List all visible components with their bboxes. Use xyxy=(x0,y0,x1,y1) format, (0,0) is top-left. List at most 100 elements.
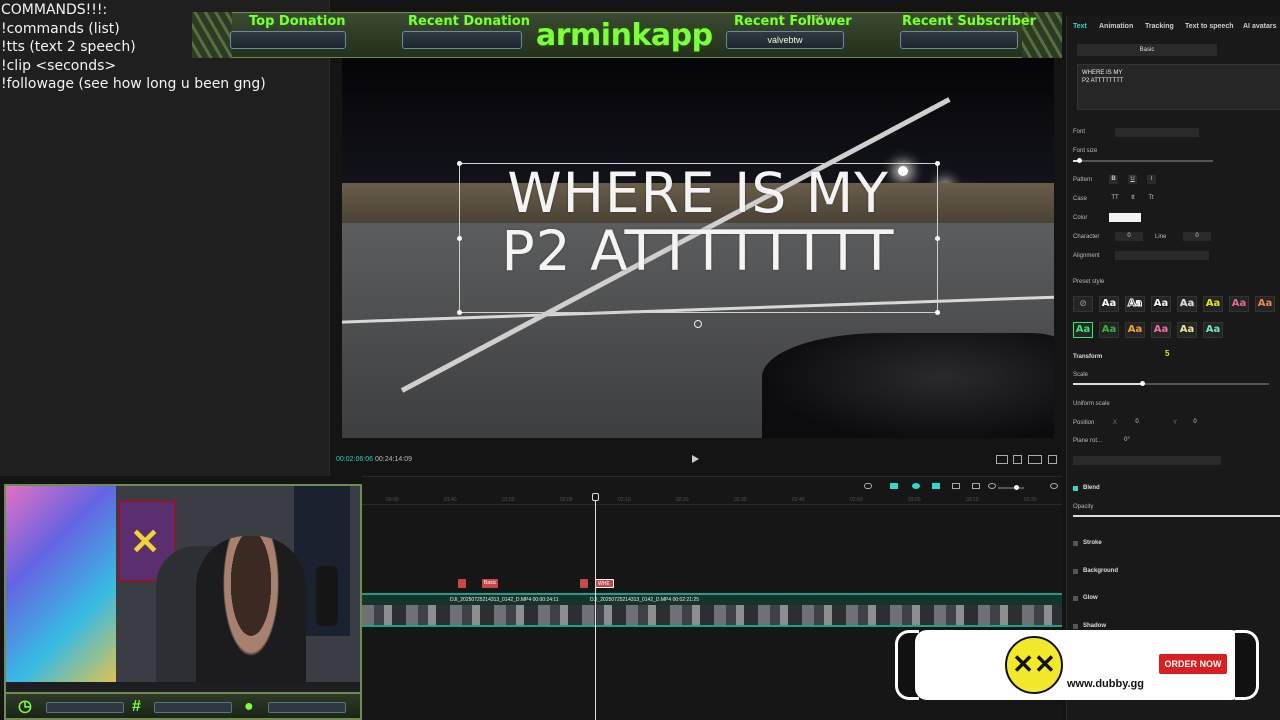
font-size-slider-knob[interactable] xyxy=(1076,158,1082,163)
tab-ai-avatars[interactable]: AI avatars xyxy=(1243,23,1276,30)
timeline-ruler[interactable]: 00:00 01:40 01:50 02:00 02:10 02:20 02:3… xyxy=(362,495,1062,505)
playhead-handle[interactable] xyxy=(592,493,599,501)
quality-icon[interactable] xyxy=(996,455,1008,464)
video-clip-label[interactable]: DJI_20250725214313_0142_D.MP4 00:00:24:1… xyxy=(450,597,559,603)
text-clip[interactable] xyxy=(580,579,588,588)
current-time: 00:02:06:06 xyxy=(336,456,373,463)
ruler-tick: 02:50 xyxy=(850,497,863,503)
font-select[interactable] xyxy=(1115,128,1199,137)
italic-button[interactable]: I xyxy=(1147,175,1156,184)
underline-button[interactable]: U xyxy=(1128,175,1137,184)
preset-style[interactable]: Aa xyxy=(1203,322,1223,338)
scale-slider-knob[interactable] xyxy=(1139,381,1145,386)
position-x-input[interactable]: 0 xyxy=(1123,418,1151,427)
blend-checkbox[interactable] xyxy=(1073,486,1078,491)
fullscreen-icon[interactable] xyxy=(1048,455,1057,464)
split-icon[interactable] xyxy=(952,483,960,489)
zoom-in-icon[interactable] xyxy=(1050,483,1058,489)
preset-style[interactable]: Aa xyxy=(1125,296,1145,312)
crop-icon[interactable] xyxy=(1013,455,1022,464)
align-buttons[interactable] xyxy=(1073,456,1221,465)
playhead[interactable] xyxy=(595,493,596,720)
lowercase-button[interactable]: tt xyxy=(1127,194,1139,203)
ruler-tick: 02:30 xyxy=(734,497,747,503)
glow-label: Glow xyxy=(1083,595,1098,601)
stream-banner: 0726 Top Donation Recent Donation armink… xyxy=(192,12,1062,58)
line-spacing-input[interactable]: 0 xyxy=(1183,232,1211,241)
rotate-handle[interactable] xyxy=(694,320,702,328)
preset-style[interactable]: Aa xyxy=(1099,322,1119,338)
tab-tracking[interactable]: Tracking xyxy=(1145,23,1174,30)
video-preview[interactable]: WHERE IS MY P2 ATTTTTTTT xyxy=(342,58,1054,438)
text-clip[interactable]: Basic xyxy=(482,579,498,588)
resize-handle[interactable] xyxy=(935,161,940,166)
titlecase-button[interactable]: Tt xyxy=(1145,194,1157,203)
text-clip-selected[interactable]: WHE xyxy=(595,579,614,588)
preset-none[interactable]: ⊘ xyxy=(1073,296,1093,312)
preset-style[interactable]: Aa xyxy=(1073,322,1093,338)
preset-style[interactable]: Aa xyxy=(1255,296,1275,312)
text-clip[interactable] xyxy=(458,579,466,588)
opacity-slider[interactable] xyxy=(1073,515,1280,517)
preset-style[interactable]: Aa xyxy=(1125,322,1145,338)
video-thumbnails xyxy=(362,605,1062,625)
preset-style[interactable]: Aa xyxy=(1177,296,1197,312)
preview-axis-icon[interactable] xyxy=(932,483,940,489)
tab-text[interactable]: Text xyxy=(1073,23,1087,30)
text-content-input[interactable]: WHERE IS MY P2 ATTTTTTTT xyxy=(1077,64,1280,110)
ruler-tick: 00:00 xyxy=(386,497,399,503)
recent-subscriber-label: Recent Subscriber xyxy=(902,14,1037,29)
uppercase-button[interactable]: TT xyxy=(1109,194,1121,203)
zoom-slider-knob[interactable] xyxy=(1014,485,1019,490)
position-y-input[interactable]: 0 xyxy=(1181,418,1209,427)
resize-handle[interactable] xyxy=(935,310,940,315)
preset-style[interactable]: Aa xyxy=(1099,296,1119,312)
font-size-slider[interactable] xyxy=(1073,160,1213,162)
preset-style[interactable]: Aa xyxy=(1151,296,1171,312)
webcam-microphone xyxy=(316,566,338,626)
resize-handle[interactable] xyxy=(457,310,462,315)
zoom-out-icon[interactable] xyxy=(988,483,996,489)
ruler-tick: 03:20 xyxy=(1024,497,1037,503)
banner-edge xyxy=(192,12,232,58)
zoom-fit-icon[interactable] xyxy=(972,483,980,489)
background-checkbox[interactable] xyxy=(1073,569,1078,574)
recent-donation-value xyxy=(402,31,522,49)
resize-handle[interactable] xyxy=(935,236,940,241)
resize-handle[interactable] xyxy=(457,161,462,166)
tab-animation[interactable]: Animation xyxy=(1099,23,1133,30)
link-icon[interactable] xyxy=(912,483,920,489)
zoom-slider[interactable] xyxy=(998,487,1024,489)
glow-checkbox[interactable] xyxy=(1073,596,1078,601)
stat-box xyxy=(46,702,124,713)
timeline-toolbar xyxy=(362,480,1062,494)
snap-icon[interactable] xyxy=(890,483,898,489)
ad-bracket-right xyxy=(1235,630,1259,700)
preset-style[interactable]: Aa xyxy=(1203,296,1223,312)
color-swatch[interactable] xyxy=(1109,213,1141,222)
text-selection-box[interactable] xyxy=(457,161,940,315)
play-button[interactable] xyxy=(692,455,699,463)
user-icon: ● xyxy=(244,698,254,715)
alignment-label: Alignment xyxy=(1073,253,1100,259)
ratio-icon[interactable] xyxy=(1028,455,1042,464)
stroke-checkbox[interactable] xyxy=(1073,541,1078,546)
tab-text-to-speech[interactable]: Text to speech xyxy=(1185,23,1234,30)
recent-donation-label: Recent Donation xyxy=(408,14,530,29)
microphone-icon[interactable] xyxy=(864,483,872,489)
subtab-basic[interactable]: Basic xyxy=(1077,44,1217,56)
plane-rotation-input[interactable]: 0° xyxy=(1113,436,1141,445)
preset-style[interactable]: Aa xyxy=(1229,296,1249,312)
bold-button[interactable]: B xyxy=(1109,175,1118,184)
top-donation-value xyxy=(230,31,346,49)
recent-follower-value: valvebtw xyxy=(726,31,844,49)
resize-handle[interactable] xyxy=(457,236,462,241)
scale-slider-fill xyxy=(1073,383,1142,385)
position-x-label: X xyxy=(1113,420,1118,426)
preset-style[interactable]: Aa xyxy=(1151,322,1171,338)
video-clip-label[interactable]: DJI_20250725214313_0142_D.MP4 00:02:21:2… xyxy=(590,597,699,603)
alignment-buttons[interactable] xyxy=(1115,251,1209,260)
character-spacing-input[interactable]: 0 xyxy=(1115,232,1143,241)
preset-style[interactable]: Aa xyxy=(1177,322,1197,338)
opacity-label: Opacity xyxy=(1073,504,1094,510)
